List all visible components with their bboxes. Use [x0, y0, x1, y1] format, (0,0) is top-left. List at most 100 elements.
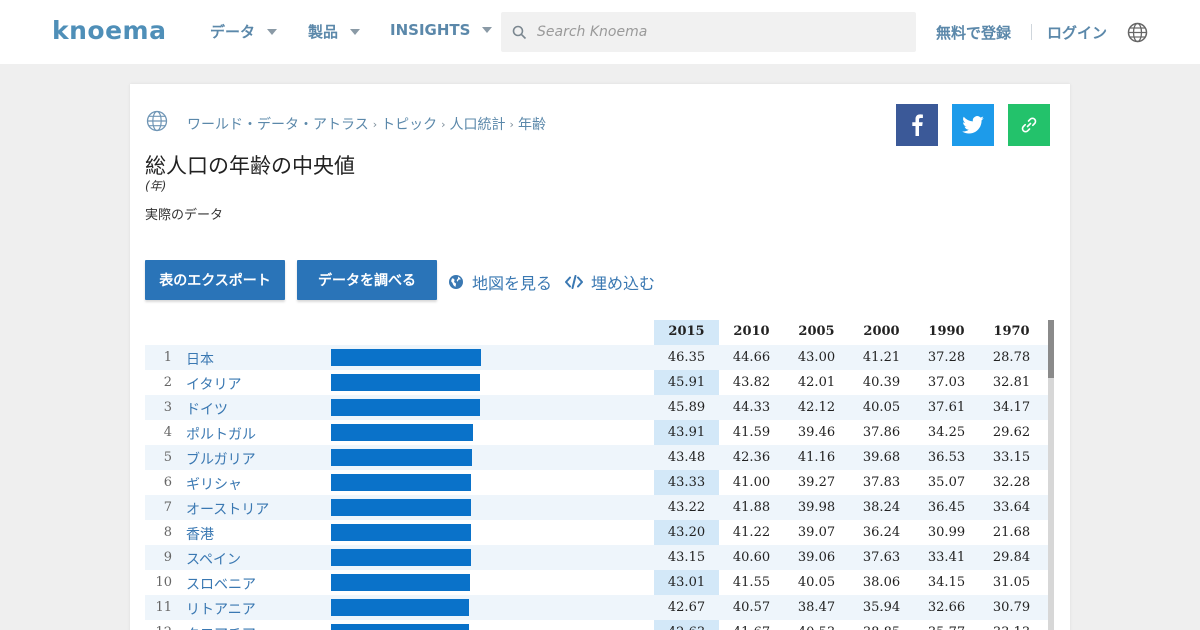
year-header-2010[interactable]: 2010: [719, 324, 784, 339]
value-bar: [331, 424, 473, 441]
country-link[interactable]: ギリシャ: [186, 474, 242, 494]
table-row: 4 ポルトガル 43.91 41.59 39.46 37.86 34.25 29.62: [145, 420, 1048, 445]
globe-icon: [146, 110, 168, 132]
value-cell: 30.79: [992, 600, 1031, 615]
value-cell: 44.33: [732, 400, 771, 415]
rank-number: 1: [163, 350, 172, 365]
country-link[interactable]: ポルトガル: [186, 424, 256, 444]
country-link[interactable]: スペイン: [186, 549, 241, 569]
twitter-share-button[interactable]: [952, 104, 994, 146]
value-cell: 41.21: [862, 350, 901, 365]
embed-link[interactable]: 埋め込む: [565, 270, 655, 294]
value-cell: 42.36: [732, 450, 771, 465]
year-header-1990[interactable]: 1990: [914, 324, 979, 339]
value-cell: 41.88: [732, 500, 771, 515]
table-row: 8 香港 43.20 41.22 39.07 36.24 30.99 21.68: [145, 520, 1048, 545]
scrollbar-thumb[interactable]: [1048, 320, 1054, 378]
nav-products-label: 製品: [308, 23, 339, 41]
breadcrumb-separator: ›: [441, 117, 446, 131]
value-bar: [331, 449, 472, 466]
rank-number: 7: [163, 500, 172, 515]
value-bar: [331, 624, 469, 630]
value-cell: 40.05: [862, 400, 901, 415]
view-map-label: 地図を見る: [472, 274, 553, 293]
nav-products-menu[interactable]: 製品: [308, 21, 361, 42]
chevron-down-icon: [350, 28, 361, 35]
year-header-2000[interactable]: 2000: [849, 324, 914, 339]
embed-label: 埋め込む: [591, 274, 656, 293]
explore-data-button[interactable]: データを調べる: [297, 260, 437, 300]
knoema-logo[interactable]: knoema: [52, 16, 166, 45]
value-cell: 32.28: [992, 475, 1031, 490]
value-bar: [331, 399, 480, 416]
table-row: 12 クロアチア 42.6341.6740.5338.8535.7733.13: [145, 620, 1048, 630]
value-cell: 45.91: [667, 375, 706, 390]
value-cell: 37.83: [862, 475, 901, 490]
year-header-2005[interactable]: 2005: [784, 324, 849, 339]
country-link[interactable]: イタリア: [186, 374, 241, 394]
value-cell: 21.68: [992, 525, 1031, 540]
nav-insights-menu[interactable]: INSIGHTS: [390, 21, 493, 39]
rank-number: 12: [145, 625, 172, 630]
table-row: 2 イタリア 45.91 43.82 42.01 40.39 37.03 32.81: [145, 370, 1048, 395]
value-cell: 39.06: [797, 550, 836, 565]
breadcrumb-demographics[interactable]: 人口統計: [450, 114, 506, 134]
country-link[interactable]: クロアチア: [186, 624, 256, 630]
value-cell: 32.66: [927, 600, 966, 615]
rank-number: 4: [163, 425, 172, 440]
value-cell: 33.41: [927, 550, 966, 565]
breadcrumb-age[interactable]: 年齢: [518, 114, 546, 134]
copy-link-button[interactable]: [1008, 104, 1050, 146]
country-link[interactable]: スロベニア: [186, 574, 256, 594]
search-icon: [512, 25, 527, 39]
country-link[interactable]: 日本: [186, 349, 214, 369]
value-cell: 36.53: [927, 450, 966, 465]
register-link[interactable]: 無料で登録: [936, 22, 1011, 43]
value-cell: 46.35: [667, 350, 706, 365]
data-type-label: 実際のデータ: [145, 208, 224, 223]
rank-number: 11: [155, 600, 172, 615]
breadcrumb-separator: ›: [509, 117, 514, 131]
year-header-1970[interactable]: 1970: [979, 324, 1044, 339]
nav-insights-label: INSIGHTS: [390, 21, 471, 39]
value-cell: 42.63: [654, 625, 719, 630]
country-link[interactable]: オーストリア: [186, 499, 269, 519]
breadcrumb-world-atlas[interactable]: ワールド・データ・アトラス: [187, 114, 369, 134]
export-table-button[interactable]: 表のエクスポート: [145, 260, 285, 300]
value-cell: 41.59: [732, 425, 771, 440]
value-cell: 41.00: [732, 475, 771, 490]
value-cell: 41.16: [797, 450, 836, 465]
value-cell: 38.47: [797, 600, 836, 615]
value-cell: 31.05: [992, 575, 1031, 590]
value-cell: 35.07: [927, 475, 966, 490]
code-icon: [565, 275, 583, 289]
value-cell: 43.01: [667, 575, 706, 590]
rank-number: 3: [163, 400, 172, 415]
breadcrumb-topics[interactable]: トピック: [381, 114, 437, 134]
year-header-2015[interactable]: 2015: [654, 324, 719, 339]
nav-data-menu[interactable]: データ: [210, 21, 278, 42]
value-bar: [331, 474, 471, 491]
login-link[interactable]: ログイン: [1047, 22, 1107, 43]
value-cell: 43.48: [667, 450, 706, 465]
value-cell: 37.63: [862, 550, 901, 565]
table-row: 1 日本 46.35 44.66 43.00 41.21 37.28 28.78: [145, 345, 1048, 370]
value-cell: 39.98: [797, 500, 836, 515]
facebook-share-button[interactable]: [896, 104, 938, 146]
value-bar: [331, 574, 470, 591]
country-link[interactable]: ブルガリア: [186, 449, 256, 469]
value-cell: 40.39: [862, 375, 901, 390]
value-cell: 29.62: [992, 425, 1031, 440]
country-link[interactable]: ドイツ: [186, 399, 228, 419]
table-row: 7 オーストリア 43.22 41.88 39.98 38.24 36.45 33.64: [145, 495, 1048, 520]
twitter-icon: [962, 116, 984, 134]
country-link[interactable]: 香港: [186, 524, 214, 544]
value-cell: 40.53: [784, 625, 849, 630]
globe-language-icon[interactable]: [1127, 22, 1148, 43]
value-bar: [331, 599, 469, 616]
table-header: 2015 2010 2005 2000 1990 1970: [145, 320, 1048, 345]
view-map-link[interactable]: 地図を見る: [448, 270, 552, 294]
top-header: knoema データ 製品 INSIGHTS 無料で登録 ログイン: [0, 0, 1200, 64]
country-link[interactable]: リトアニア: [186, 599, 256, 619]
search-input[interactable]: [537, 24, 897, 40]
